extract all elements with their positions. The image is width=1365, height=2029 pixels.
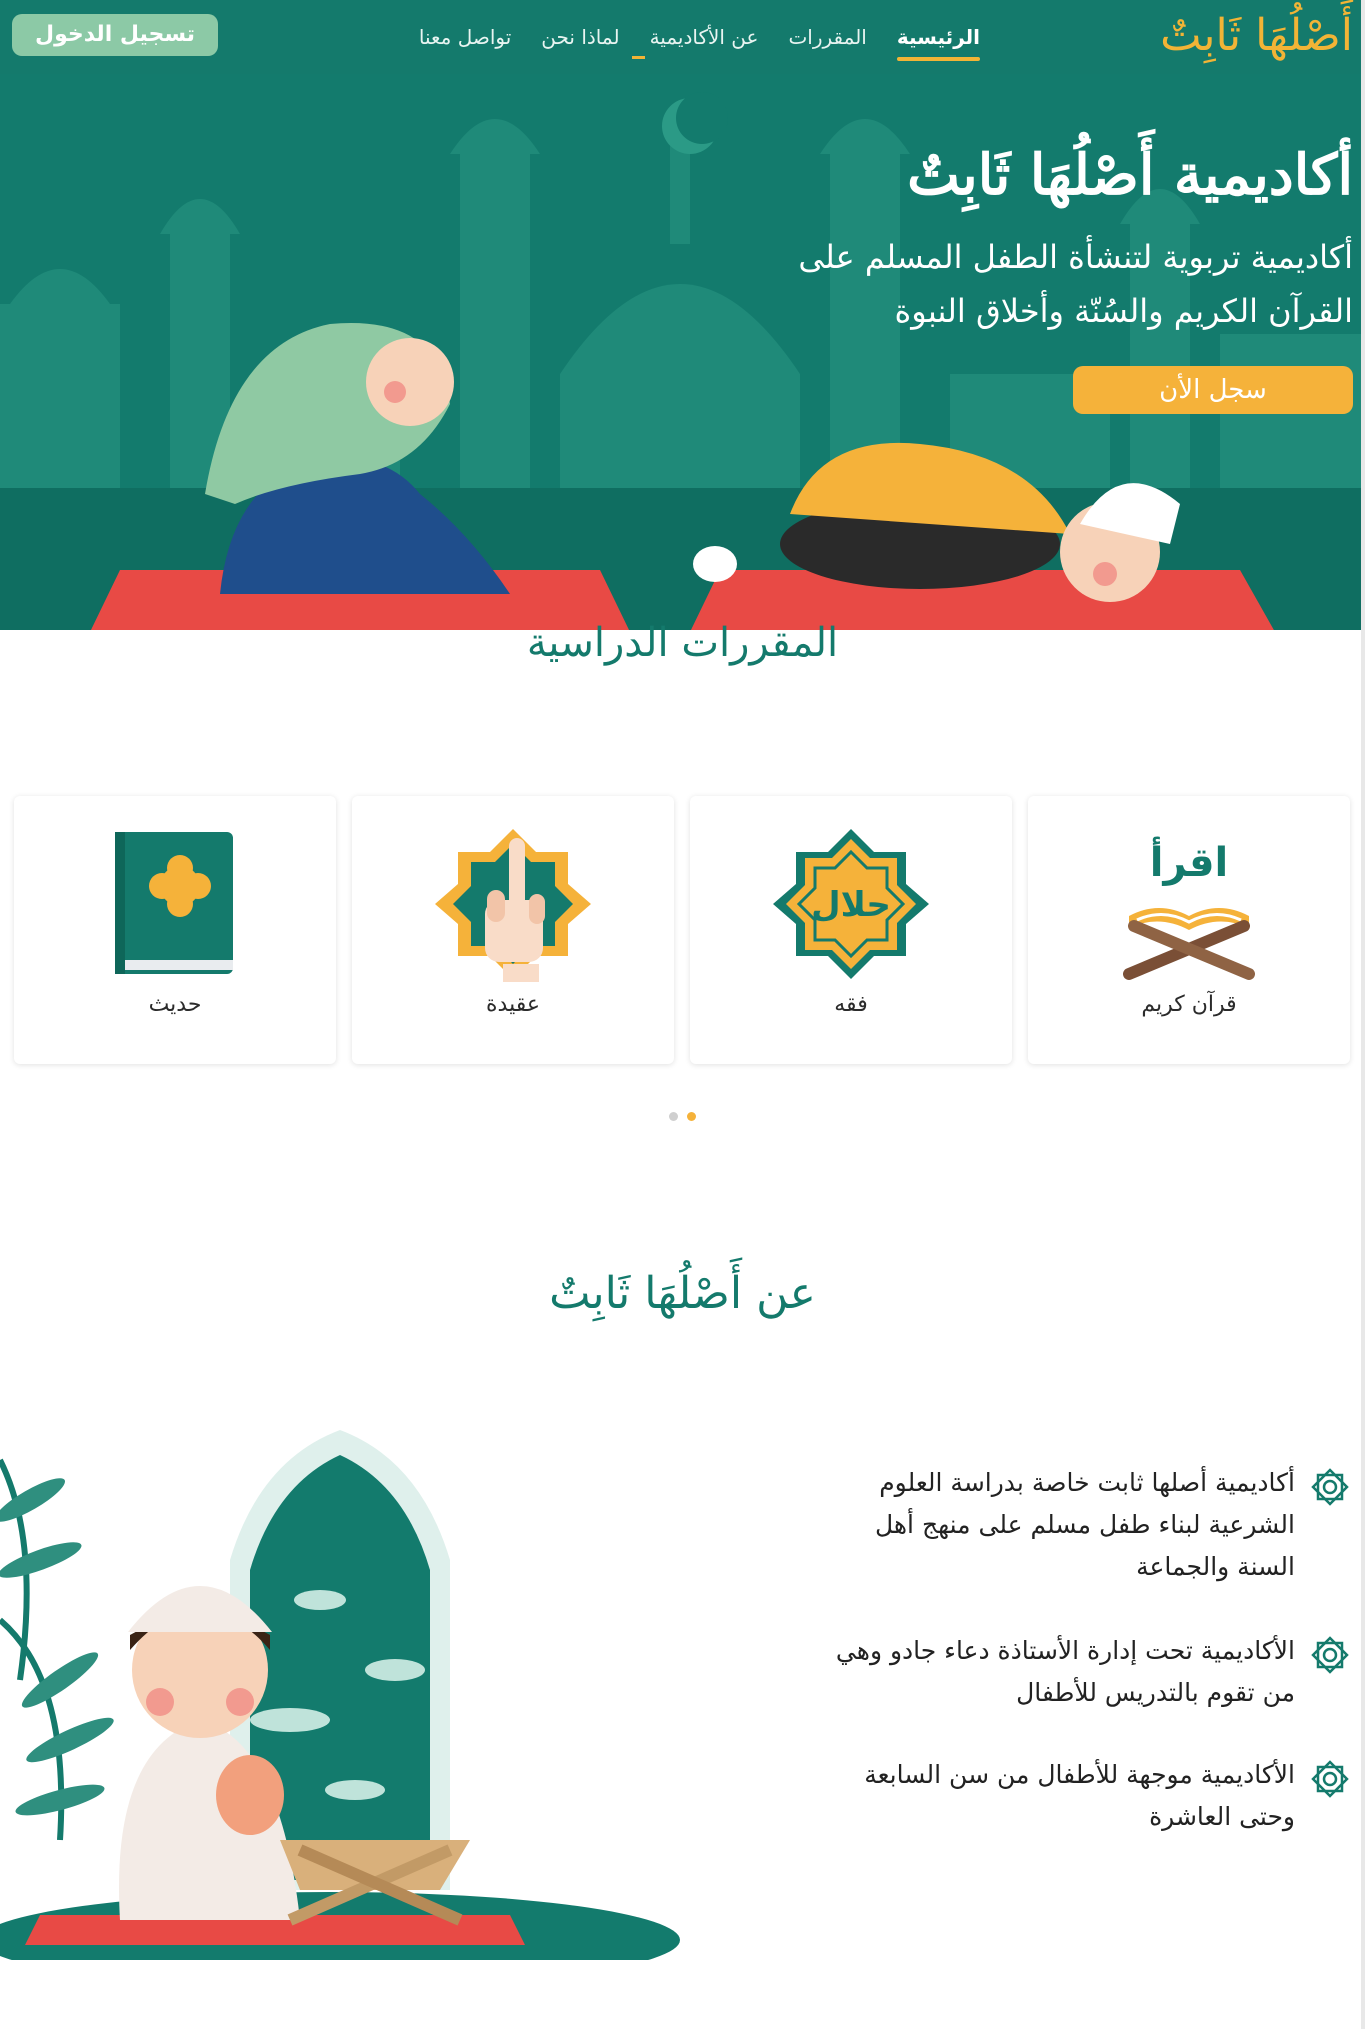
course-label: حديث bbox=[148, 992, 202, 1017]
about-item: الأكاديمية تحت إدارة الأستاذة دعاء جادو … bbox=[833, 1630, 1353, 1714]
course-card-hadith[interactable]: حديث bbox=[14, 796, 336, 1064]
about-text: أكاديمية أصلها ثابت خاصة بدراسة العلوم ا… bbox=[874, 1468, 1295, 1581]
islamic-star-bullet-icon bbox=[1311, 1636, 1349, 1674]
page-scrollbar[interactable] bbox=[1361, 0, 1365, 2029]
hero-banner: أكاديمية أَصْلُهَا ثَابِتٌ أكاديمية تربو… bbox=[0, 74, 1365, 630]
about-item: الأكاديمية موجهة للأطفال من سن السابعة و… bbox=[833, 1754, 1353, 1838]
login-button[interactable]: تسجيل الدخول bbox=[12, 14, 218, 56]
carousel-dot-1[interactable] bbox=[669, 1112, 678, 1121]
site-logo[interactable]: أَصْلُهَا ثَابِتٌ bbox=[1160, 2, 1353, 70]
nav-why-us[interactable]: لماذا نحن bbox=[541, 25, 619, 49]
about-section-title: عن أَصْلُهَا ثَابِتٌ bbox=[549, 1268, 816, 1319]
quran-stand-icon: اقرأ bbox=[1123, 836, 1255, 980]
top-navbar: أَصْلُهَا ثَابِتٌ الرئيسية المقررات عن ا… bbox=[0, 0, 1365, 74]
islamic-star-bullet-icon bbox=[1311, 1760, 1349, 1798]
nav-contact[interactable]: تواصل معنا bbox=[419, 25, 511, 49]
carousel-dot-2[interactable] bbox=[687, 1112, 696, 1121]
course-card-fiqh[interactable]: حلال فقه bbox=[690, 796, 1012, 1064]
praying-boy-illustration bbox=[0, 1430, 680, 1960]
course-label: عقيدة bbox=[486, 992, 540, 1017]
hero-subtitle-line1: أكاديمية تربوية لتنشأة الطفل المسلم على bbox=[798, 238, 1353, 276]
course-label: قرآن كريم bbox=[1141, 992, 1237, 1017]
hero-subtitle: أكاديمية تربوية لتنشأة الطفل المسلم على … bbox=[733, 230, 1353, 338]
course-card-aqeedah[interactable]: عقيدة bbox=[352, 796, 674, 1064]
svg-text:حلال: حلال bbox=[811, 885, 891, 925]
nav-hover-indicator bbox=[632, 56, 645, 59]
about-text: الأكاديمية موجهة للأطفال من سن السابعة و… bbox=[864, 1760, 1295, 1831]
hadith-book-icon bbox=[115, 832, 233, 974]
nav-about[interactable]: عن الأكاديمية bbox=[650, 25, 759, 49]
hero-title: أكاديمية أَصْلُهَا ثَابِتٌ bbox=[907, 142, 1353, 208]
nav-courses[interactable]: المقررات bbox=[788, 25, 866, 49]
courses-section-title: المقررات الدراسية bbox=[526, 620, 839, 666]
main-nav: الرئيسية المقررات عن الأكاديمية لماذا نح… bbox=[400, 0, 981, 74]
nav-home[interactable]: الرئيسية bbox=[896, 25, 981, 61]
islamic-star-bullet-icon bbox=[1311, 1468, 1349, 1506]
course-card-quran[interactable]: اقرأ قرآن كريم bbox=[1028, 796, 1350, 1064]
course-label: فقه bbox=[834, 992, 868, 1017]
halal-star-icon: حلال bbox=[773, 829, 929, 979]
about-text: الأكاديمية تحت إدارة الأستاذة دعاء جادو … bbox=[835, 1636, 1295, 1707]
tawhid-hand-icon bbox=[435, 829, 591, 982]
svg-text:اقرأ: اقرأ bbox=[1150, 836, 1229, 886]
about-item: أكاديمية أصلها ثابت خاصة بدراسة العلوم ا… bbox=[833, 1462, 1353, 1588]
hero-subtitle-line2: القرآن الكريم والسُنّة وأخلاق النبوة bbox=[894, 292, 1353, 330]
register-now-button[interactable]: سجل الأن bbox=[1073, 366, 1353, 414]
